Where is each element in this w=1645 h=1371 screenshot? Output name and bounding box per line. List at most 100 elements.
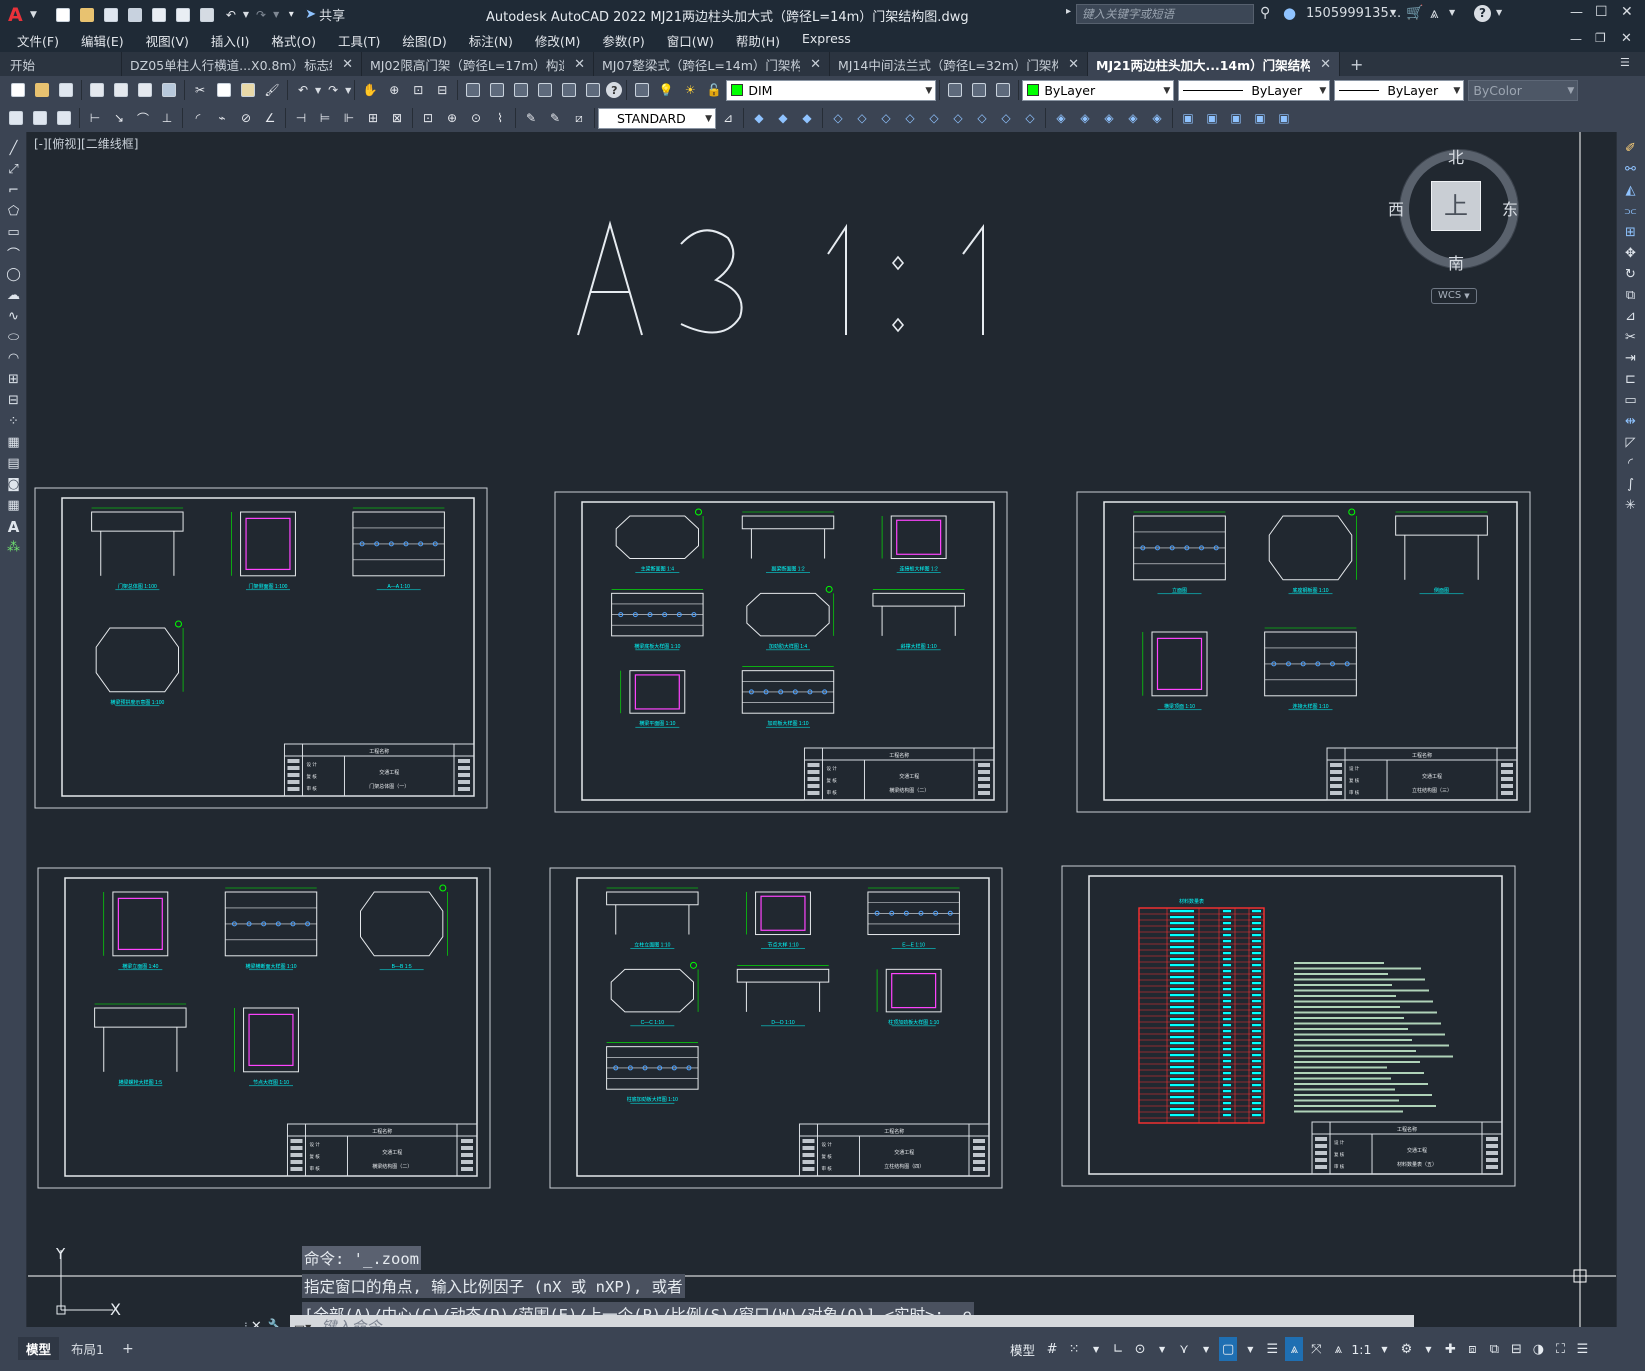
ellipse-tool-icon[interactable]: ⬭ [0,327,27,348]
wcs-menu-button[interactable]: WCS ▼ [1431,288,1477,304]
help-icon[interactable]: ? [1474,5,1491,22]
mirror-tool-icon[interactable]: ◭ [1617,180,1644,201]
doc-tab-close-icon[interactable]: ✕ [810,57,821,72]
annotation-monitor-icon[interactable]: ✚ [1441,1337,1459,1361]
clean-screen-icon[interactable]: ⛶ [1551,1337,1569,1361]
command-input[interactable]: ▭▾ 键入命令 [289,1315,1414,1328]
menu-item-11[interactable]: 帮助(H) [725,31,791,50]
menu-item-1[interactable]: 编辑(E) [70,31,135,50]
workspace-gear-icon[interactable]: ⚙ [1397,1337,1415,1361]
array-icon[interactable]: ◇ [851,107,873,129]
chamfer-icon[interactable]: ◈ [1050,107,1072,129]
explode-icon[interactable]: ◈ [1098,107,1120,129]
inspection-icon[interactable]: ⊙ [465,107,487,129]
units-icon[interactable]: ⧈ [1463,1337,1481,1361]
save-toolbar-icon[interactable] [55,79,77,101]
insert-block-tool-icon[interactable]: ⊞ [0,369,27,390]
close-button[interactable]: ✕ [1621,4,1633,20]
doc-tab-0[interactable]: 开始 [2,52,122,76]
polygon-tool-icon[interactable]: ⬠ [0,201,27,222]
menu-item-4[interactable]: 格式(O) [260,31,327,50]
fillet-tool-icon[interactable]: ◜ [1617,453,1644,474]
menu-item-5[interactable]: 工具(T) [327,31,391,50]
markup-icon[interactable] [558,79,580,101]
doc-tab-close-icon[interactable]: ✕ [1068,57,1079,72]
open-icon[interactable] [31,79,53,101]
undo-toolbar-icon[interactable]: ↶ [292,79,314,101]
plotstyle-dropdown[interactable]: ByColor ▼ [1468,79,1579,101]
gradient-tool-icon[interactable]: ▤ [0,453,27,474]
publish-icon[interactable] [134,79,156,101]
scale-tool-icon[interactable]: ⧉ [1617,285,1644,306]
paste-icon[interactable] [237,79,259,101]
annotation-scale-value[interactable]: 1:1 [1351,1337,1371,1361]
add-layout-button[interactable]: + [116,1341,140,1357]
move-icon[interactable]: ◆ [748,107,770,129]
zoom-previous-icon[interactable]: ⊟ [431,79,453,101]
copy-tool-icon[interactable]: ⚯ [1617,159,1644,180]
new-tab-button[interactable]: + [1340,52,1373,76]
menu-item-7[interactable]: 标注(N) [458,31,524,50]
menu-item-10[interactable]: 窗口(W) [656,31,725,50]
linear-dim-icon[interactable]: ⊢ [84,107,106,129]
tab-menu-icon[interactable]: ☰ [1620,56,1630,69]
menu-item-8[interactable]: 修改(M) [524,31,592,50]
command-close-icon[interactable]: ✕ [251,1319,262,1327]
trim-tool-icon[interactable]: ✂ [1617,327,1644,348]
isolate-objects-icon[interactable]: ◑ [1529,1337,1547,1361]
mirror-icon[interactable]: ◆ [796,107,818,129]
radius-dim-icon[interactable]: ◜ [187,107,209,129]
doc-minimize-button[interactable]: — [1570,32,1582,46]
trim-icon[interactable]: ◇ [947,107,969,129]
make-current-layer-icon[interactable] [944,79,966,101]
layout1-tab[interactable]: 布局1 [59,1337,116,1360]
properties-icon[interactable] [462,79,484,101]
search-icon[interactable]: ⚲ [1260,5,1270,21]
jogged-linear-icon[interactable]: ⌇ [489,107,511,129]
cart-icon[interactable]: 🛒 [1406,5,1423,21]
annotation-scale-icon[interactable]: ⩓ [1329,1337,1347,1361]
xline-tool-icon[interactable]: ⤢ [0,159,27,180]
snap-icon[interactable]: ⁙ [1065,1337,1083,1361]
maximize-button[interactable]: ☐ [1595,4,1608,20]
jogged-dim-icon[interactable]: ⌁ [211,107,233,129]
drawing-sheet-1[interactable]: 工程名称交通工程横梁结构图（二） 设 计复 核审 核 主梁断面图 1:4 副梁断面图 … [554,491,1008,813]
lineweight-icon[interactable]: ☰ [1263,1337,1281,1361]
quick-dim-icon[interactable]: ⊣ [290,107,312,129]
command-recent-icon[interactable]: ▭▾ [294,1320,311,1328]
layer-properties-icon[interactable] [631,79,653,101]
minimize-button[interactable]: — [1570,5,1583,20]
lock-ui-icon[interactable]: ⊟ [1507,1337,1525,1361]
dim-style-manager-icon[interactable]: ⊿ [717,107,739,129]
a360-chevron-icon[interactable]: ▼ [1449,8,1455,17]
annotation-visibility-icon[interactable]: ⩓ [1285,1337,1304,1361]
drawing-canvas[interactable]: [-][俯视][二维线框] 工程名称 交通工程 门架总体图（一）设 计复 核审 核门… [28,132,1616,1327]
app-menu-chevron-icon[interactable]: ▼ [30,10,37,20]
model-tab[interactable]: 模型 [18,1337,60,1360]
doc-tab-close-icon[interactable]: ✕ [1320,57,1331,72]
command-customize-icon[interactable]: 🔧 [268,1319,284,1327]
break-at-point-tool-icon[interactable]: ⊏ [1617,369,1644,390]
command-grip-icon[interactable]: ⁞ [244,1320,248,1328]
center-mark-icon[interactable]: ⊕ [441,107,463,129]
auto-scale-icon[interactable]: ⤧ [1307,1337,1325,1361]
doc-close-button[interactable]: ✕ [1621,31,1632,46]
user-name[interactable]: 1505999135... [1306,6,1401,21]
3d-print-icon[interactable] [158,79,180,101]
user-chevron-icon[interactable]: ▼ [1390,8,1396,17]
autodesk-a360-icon[interactable]: ⩓ [1430,4,1438,22]
doc-restore-button[interactable]: ❐ [1595,31,1606,45]
break-icon[interactable]: ◇ [995,107,1017,129]
point-tool-icon[interactable]: ⁘ [0,411,27,432]
table-icon[interactable]: ▣ [1273,107,1295,129]
table-tool-icon[interactable]: ▦ [0,495,27,516]
zoom-realtime-icon[interactable]: ⊕ [383,79,405,101]
dim-oblique-icon[interactable]: ⧄ [568,107,590,129]
stretch-icon[interactable]: ◇ [923,107,945,129]
erase-tool-icon[interactable]: ✐ [1617,138,1644,159]
menu-item-6[interactable]: 绘图(D) [391,31,457,50]
offset-icon[interactable]: ◇ [827,107,849,129]
layer-freeze-icon[interactable]: ☀ [679,79,701,101]
viewcube-top-face[interactable]: 上 [1431,181,1481,231]
viewcube-west[interactable]: 西 [1388,196,1404,220]
